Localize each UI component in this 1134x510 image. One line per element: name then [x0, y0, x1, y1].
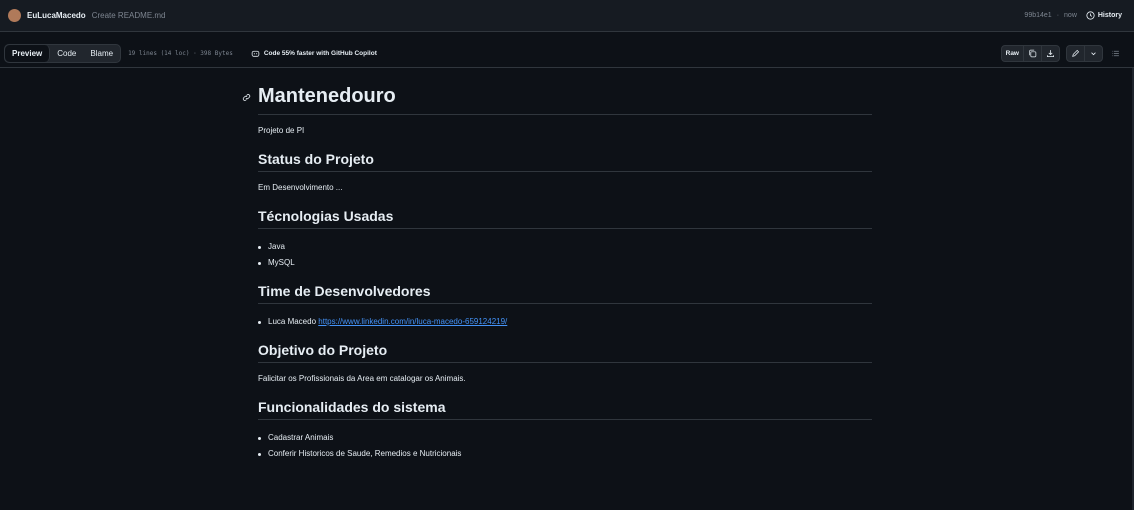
copy-raw-button[interactable]	[1023, 45, 1041, 61]
outline-button[interactable]	[1109, 46, 1122, 61]
member-name: Luca Macedo	[268, 317, 317, 326]
features-heading: Funcionalidades do sistema	[258, 399, 872, 420]
tab-preview[interactable]: Preview	[5, 44, 51, 62]
download-button[interactable]	[1041, 45, 1059, 61]
status-text: Em Desenvolvimento ...	[258, 183, 343, 192]
edit-button[interactable]	[1067, 46, 1084, 61]
page-title: Mantenedouro	[258, 85, 396, 107]
commit-time: now	[1064, 12, 1077, 19]
copilot-text: Code 55% faster with GitHub Copilot	[263, 49, 377, 57]
copy-icon	[1029, 49, 1037, 57]
raw-button-group: Raw	[1000, 44, 1060, 62]
list-item: Luca Macedo https://www.linkedin.com/in/…	[258, 314, 872, 330]
pencil-icon	[1072, 49, 1080, 57]
team-heading: Time de Desenvolvedores	[258, 283, 872, 304]
tech-heading: Técnologias Usadas	[258, 208, 872, 229]
tab-code[interactable]: Code	[50, 45, 83, 62]
copilot-promo[interactable]: Code 55% faster with GitHub Copilot	[251, 49, 377, 58]
goal-heading: Objetivo do Projeto	[258, 342, 872, 363]
list-icon	[1112, 50, 1119, 56]
list-item: Cadastrar Animais	[258, 430, 872, 446]
file-info: 19 lines (14 loc) · 398 Bytes	[128, 49, 233, 57]
status-heading: Status do Projeto	[258, 151, 872, 172]
goal-text: Falicitar os Profissionais da Area em ca…	[258, 374, 466, 383]
list-item: MySQL	[258, 255, 872, 271]
tab-blame[interactable]: Blame	[83, 45, 120, 62]
list-item: Conferir Historicos de Saude, Remedios e…	[258, 446, 872, 462]
chevron-down-icon	[1091, 51, 1096, 55]
features-list: Cadastrar Animais Conferir Historicos de…	[258, 430, 872, 462]
raw-button[interactable]: Raw	[1002, 46, 1023, 61]
copilot-icon	[251, 50, 260, 57]
edit-button-group	[1066, 44, 1103, 62]
commit-separator: ·	[1056, 12, 1060, 19]
title-row: Mantenedouro	[242, 85, 872, 115]
commit-author[interactable]: EuLucaMacedo	[27, 11, 86, 20]
clock-icon	[1086, 11, 1095, 20]
history-button[interactable]: History	[1082, 8, 1126, 23]
intro-text: Projeto de PI	[258, 126, 305, 135]
tech-list: Java MySQL	[258, 239, 872, 271]
list-item: Java	[258, 239, 872, 255]
commit-hash[interactable]: 99b14e1	[1024, 12, 1051, 19]
edit-dropdown-button[interactable]	[1084, 45, 1102, 61]
link-icon[interactable]	[242, 93, 251, 102]
avatar[interactable]	[8, 9, 21, 22]
readme-content: Mantenedouro Projeto de PI Status do Pro…	[242, 85, 872, 474]
history-label: History	[1097, 12, 1122, 19]
team-list: Luca Macedo https://www.linkedin.com/in/…	[258, 314, 872, 330]
commit-message[interactable]: Create README.md	[92, 11, 166, 20]
download-icon	[1047, 49, 1054, 57]
file-toolbar: Preview Code Blame 19 lines (14 loc) · 3…	[0, 40, 1134, 66]
toolbar-divider	[0, 67, 1134, 68]
commit-bar: EuLucaMacedo Create README.md 99b14e1 · …	[0, 0, 1134, 32]
linkedin-link[interactable]: https://www.linkedin.com/in/luca-macedo-…	[318, 317, 507, 326]
view-switcher: Preview Code Blame	[4, 43, 122, 63]
